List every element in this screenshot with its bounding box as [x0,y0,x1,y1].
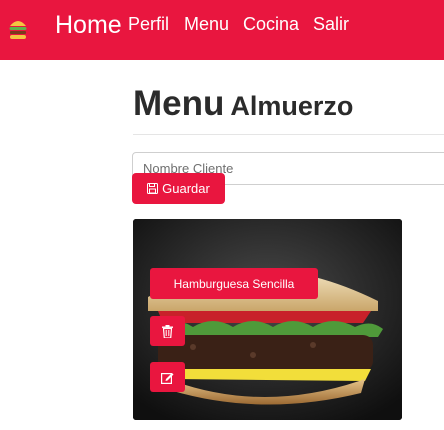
nav-perfil[interactable]: Perfil [128,14,169,35]
divider [133,134,444,135]
item-name-tag[interactable]: Hamburguesa Sencilla [150,268,318,299]
page-title: Menu Almuerzo [133,84,353,124]
page-subtitle: Almuerzo [230,91,354,121]
edit-icon [161,372,174,384]
page-title-main: Menu [133,84,225,123]
save-button[interactable]: Guardar [132,173,225,204]
nav-home[interactable]: Home [55,11,122,40]
nav-menu[interactable]: Menu [184,14,229,35]
burger-icon[interactable] [8,17,28,41]
nav-salir[interactable]: Salir [313,14,349,35]
edit-button[interactable] [150,362,185,392]
navbar: Home Perfil Menu Cocina Salir [0,0,444,60]
trash-icon [162,324,173,338]
delete-button[interactable] [150,316,185,346]
save-icon [147,183,159,194]
nav-cocina[interactable]: Cocina [243,14,299,35]
save-button-label: Guardar [162,181,210,196]
